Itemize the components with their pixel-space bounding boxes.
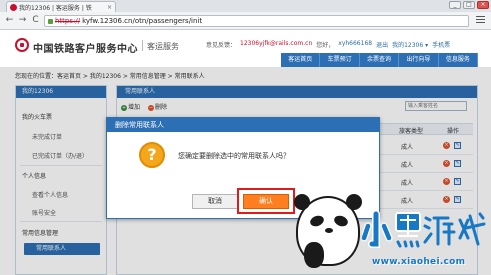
tab-close-icon[interactable]: ×	[107, 4, 112, 11]
address-bar[interactable]: https:// kyfw.12306.cn/otn/passengers/in…	[44, 15, 469, 27]
mobile-ticket-link[interactable]: 手机票	[432, 40, 450, 49]
railway-logo-icon[interactable]	[15, 38, 29, 52]
feedback-label: 意见反馈：	[206, 42, 237, 49]
railway-favicon-icon	[10, 3, 17, 11]
nav-item-booking[interactable]: 车票预订	[320, 53, 360, 67]
question-icon: ?	[139, 142, 165, 168]
logout-link[interactable]: 退出	[376, 40, 388, 49]
watermark: www.xiaohei.com	[294, 190, 491, 275]
browser-tab[interactable]: 我的12306 | 客运服务 | 铁 ×	[6, 1, 116, 12]
window-controls: _ □ ×	[449, 1, 489, 9]
cancel-button[interactable]: 取消	[192, 194, 238, 209]
lock-icon	[48, 18, 53, 24]
maximize-button[interactable]: □	[463, 1, 475, 9]
confirm-highlight-frame	[237, 188, 295, 214]
panda-arm	[304, 242, 324, 268]
minimize-button[interactable]: _	[449, 1, 461, 9]
reload-icon[interactable]: C	[30, 15, 41, 26]
panda-nose	[325, 228, 333, 233]
xiaohei-games-logo	[362, 210, 486, 252]
nav-item-info-service[interactable]: 信息服务	[438, 53, 479, 67]
nav-item-home[interactable]: 客运首页	[281, 53, 321, 67]
logo-lettering-icon	[362, 210, 486, 248]
browser-menu-icon[interactable]	[476, 16, 485, 25]
site-header: 中国铁路客户服务中心 客运服务 意见反馈： 12306yjfk@rails.co…	[0, 31, 491, 67]
dialog-title: 删除常用联系人	[107, 118, 379, 132]
username-link[interactable]: xyh666168	[338, 40, 372, 49]
tab-title: 我的12306 | 客运服务 | 铁	[19, 4, 92, 12]
url-scheme: https://	[55, 17, 81, 25]
nav-item-travel-guide[interactable]: 出行向导	[399, 53, 439, 67]
panda-ear	[346, 194, 362, 210]
browser-toolbar: ← → C https:// kyfw.12306.cn/otn/passeng…	[0, 12, 491, 30]
feedback-email-link[interactable]: 12306yjfk@rails.com.cn	[240, 40, 312, 49]
site-subtitle: 客运服务	[147, 42, 179, 51]
panda-eye	[308, 213, 326, 229]
back-arrow-icon[interactable]: ←	[4, 15, 15, 26]
site-name: 中国铁路客户服务中心	[33, 44, 138, 55]
screen: 我的12306 | 客运服务 | 铁 × _ □ × ← → C https:/…	[0, 0, 491, 275]
panda-eye	[332, 213, 350, 229]
user-bar: 意见反馈： 12306yjfk@rails.com.cn 您好， xyh6661…	[206, 40, 450, 49]
panda-mascot-icon	[294, 194, 362, 268]
forward-arrow-icon[interactable]: →	[17, 15, 28, 26]
window-close-button[interactable]: ×	[477, 1, 489, 9]
browser-tabstrip: 我的12306 | 客运服务 | 铁 × _ □ ×	[0, 0, 491, 12]
my12306-menu[interactable]: 我的12306 ▾	[392, 40, 428, 49]
main-nav: 客运首页 车票预订 余票查询 出行向导 信息服务	[281, 53, 479, 67]
panda-ear	[294, 194, 310, 210]
dialog-message: 您确定要删除选中的常用联系人吗？	[178, 152, 290, 160]
header-divider	[142, 40, 143, 51]
hello-label: 您好，	[316, 42, 335, 49]
url-path: kyfw.12306.cn/otn/passengers/init	[82, 17, 203, 25]
nav-item-remaining-tickets[interactable]: 余票查询	[359, 53, 400, 67]
watermark-url: www.xiaohei.com	[372, 257, 466, 267]
